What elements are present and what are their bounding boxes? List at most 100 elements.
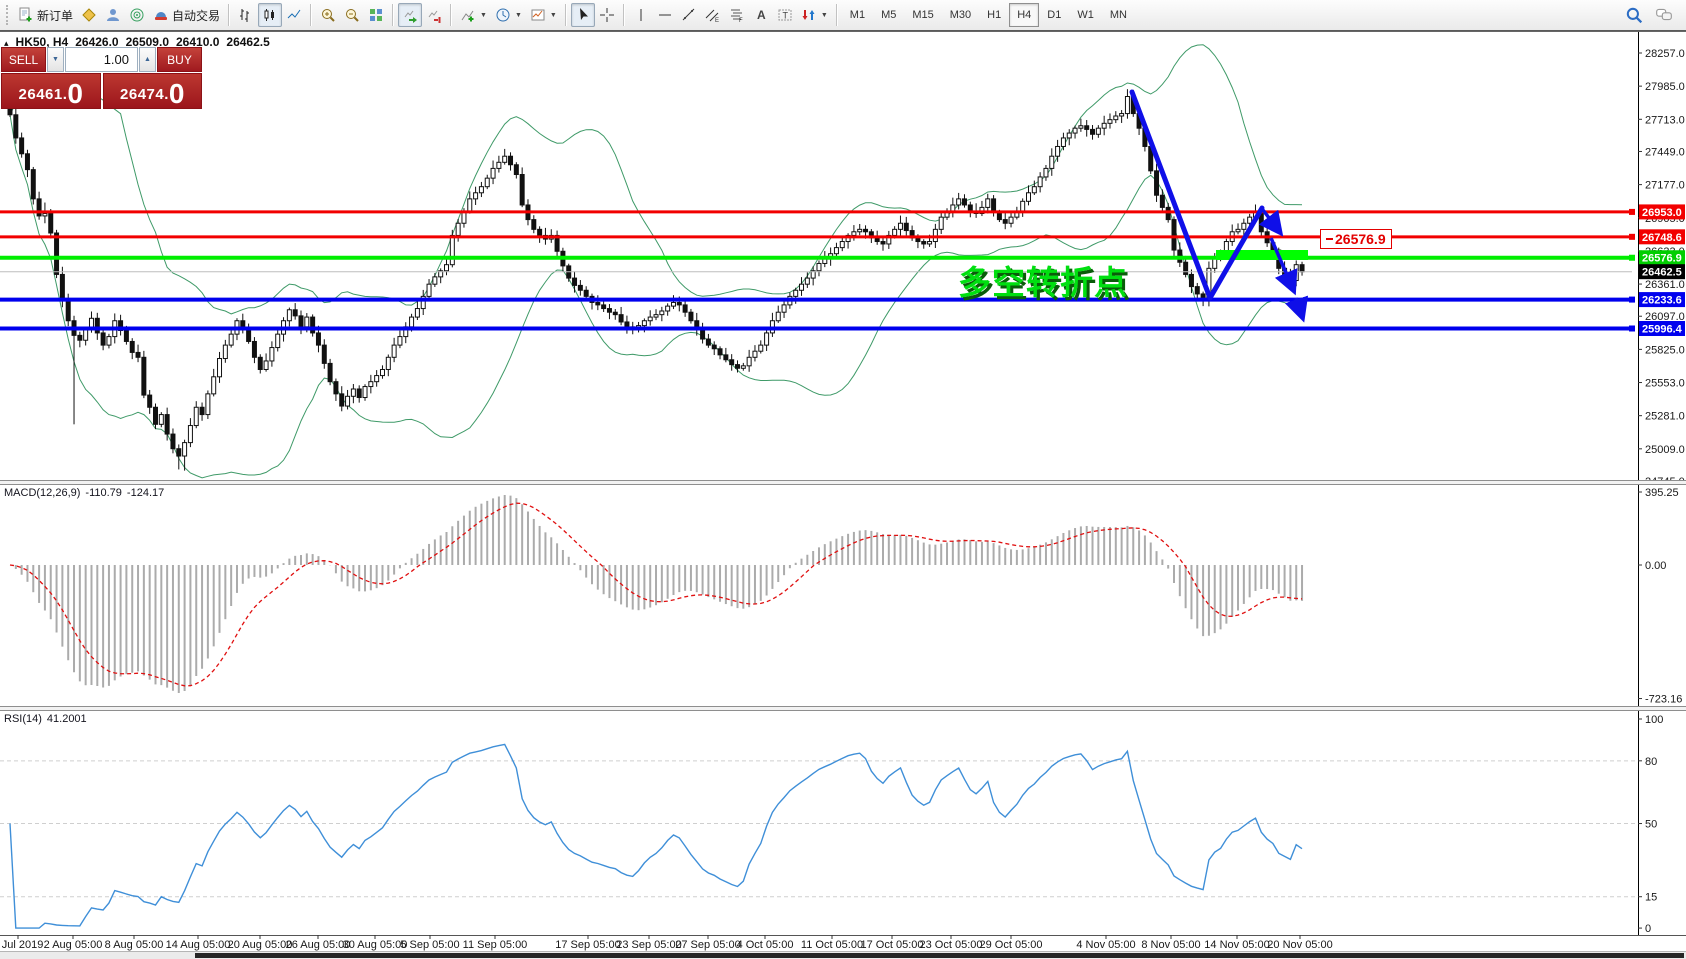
- candle-body: [31, 170, 35, 199]
- timeframe-h1[interactable]: H1: [979, 3, 1009, 27]
- fibonacci-icon: F: [729, 7, 745, 23]
- candle-body: [1085, 126, 1089, 130]
- candle-body: [305, 317, 309, 327]
- timeframe-mn[interactable]: MN: [1102, 3, 1135, 27]
- auto-scroll-button[interactable]: [398, 3, 422, 27]
- candlestick-chart-button[interactable]: [258, 3, 282, 27]
- equidistant-channel-button[interactable]: E: [701, 3, 725, 27]
- pane-separator[interactable]: [0, 480, 1686, 485]
- fibonacci-button[interactable]: F: [725, 3, 749, 27]
- tile-windows-button[interactable]: [364, 3, 388, 27]
- sell-button[interactable]: SELL: [1, 47, 46, 72]
- chat-button[interactable]: [1651, 3, 1677, 27]
- new-order-label: 新订单: [37, 7, 73, 24]
- candle-body: [1073, 128, 1077, 133]
- indicators-button[interactable]: ▼: [456, 3, 491, 27]
- buy-button[interactable]: BUY: [157, 47, 202, 72]
- candle-body: [247, 329, 251, 341]
- timeframe-m15[interactable]: M15: [904, 3, 941, 27]
- candle-body: [1294, 265, 1298, 281]
- timeframe-m30[interactable]: M30: [942, 3, 979, 27]
- candle-body: [1056, 146, 1060, 156]
- timeframe-w1[interactable]: W1: [1069, 3, 1102, 27]
- accounts-button[interactable]: [101, 3, 125, 27]
- horizontal-line-button[interactable]: [653, 3, 677, 27]
- candle-body: [503, 156, 507, 162]
- rsi-axis-label: 50: [1645, 819, 1657, 831]
- timeframe-h4[interactable]: H4: [1009, 3, 1039, 27]
- new-order-icon: [18, 7, 34, 23]
- svg-text:E: E: [715, 18, 719, 23]
- candle-body: [642, 321, 646, 326]
- text-icon: A: [753, 7, 769, 23]
- candle-body: [741, 366, 745, 368]
- candle-body: [299, 316, 303, 327]
- price-tick-label: 28257.0: [1645, 48, 1685, 60]
- autotrade-button[interactable]: 自动交易: [149, 3, 224, 27]
- candle-body: [1125, 97, 1129, 114]
- buy-price[interactable]: 26474.0: [103, 73, 203, 109]
- volume-up-button[interactable]: ▲: [139, 47, 156, 72]
- candle-body: [445, 265, 449, 271]
- vertical-line-button[interactable]: [629, 3, 653, 27]
- candle-body: [60, 274, 64, 300]
- candle-body: [206, 394, 210, 415]
- templates-button[interactable]: ▼: [526, 3, 561, 27]
- candle-body: [43, 213, 47, 215]
- pane-separator[interactable]: [0, 706, 1686, 711]
- text-label-button[interactable]: T: [773, 3, 797, 27]
- signals-button[interactable]: [125, 3, 149, 27]
- volume-input[interactable]: 1.00: [65, 47, 138, 72]
- candle-body: [928, 242, 932, 244]
- macd-axis-label: 395.25: [1645, 487, 1679, 499]
- price-tick-label: 25553.0: [1645, 378, 1685, 390]
- crosshair-button[interactable]: [595, 3, 619, 27]
- scrollbar-thumb[interactable]: [195, 953, 1684, 958]
- candle-body: [200, 407, 204, 414]
- zoom-in-button[interactable]: [316, 3, 340, 27]
- metals-button[interactable]: [77, 3, 101, 27]
- line-chart-button[interactable]: [282, 3, 306, 27]
- candle-body: [1242, 223, 1246, 229]
- candle-body: [177, 449, 181, 456]
- chart-shift-button[interactable]: [422, 3, 446, 27]
- candle-body: [765, 333, 769, 345]
- timeframe-m1[interactable]: M1: [842, 3, 873, 27]
- indicators-icon: [460, 7, 476, 23]
- svg-text:A: A: [757, 8, 766, 22]
- candle-body: [386, 357, 390, 369]
- candle-body: [916, 238, 920, 242]
- candle-body: [1114, 116, 1118, 120]
- candle-body: [334, 382, 338, 394]
- candle-body: [165, 415, 169, 434]
- candle-body: [1032, 187, 1036, 193]
- zoom-out-button[interactable]: [340, 3, 364, 27]
- candle-body: [252, 341, 256, 357]
- ohlc-close: 26462.5: [226, 35, 269, 49]
- price-level-box-label: 26576.9: [1642, 253, 1682, 265]
- candle-body: [276, 334, 280, 347]
- candle-body: [346, 396, 350, 406]
- search-button[interactable]: [1621, 3, 1647, 27]
- chart-canvas[interactable]: 28257.027985.027713.027449.027177.026905…: [0, 0, 1686, 958]
- volume-down-button[interactable]: ▼: [47, 47, 64, 72]
- candle-body: [66, 300, 70, 321]
- cursor-button[interactable]: [571, 3, 595, 27]
- timeframe-m5[interactable]: M5: [873, 3, 904, 27]
- price-level-box-label: 26953.0: [1642, 207, 1682, 219]
- macd-axis-label: -723.16: [1645, 694, 1682, 706]
- candle-body: [287, 310, 291, 321]
- candle-body: [1003, 220, 1007, 224]
- bar-chart-button[interactable]: [234, 3, 258, 27]
- sell-price[interactable]: 26461.0: [1, 73, 101, 109]
- candle-body: [340, 394, 344, 406]
- candle-body: [107, 337, 111, 346]
- arrows-button[interactable]: ▼: [797, 3, 832, 27]
- rsi-label: RSI(14): [4, 713, 42, 725]
- trend-line-button[interactable]: [677, 3, 701, 27]
- periods-button[interactable]: ▼: [491, 3, 526, 27]
- candle-body: [1195, 287, 1199, 294]
- text-button[interactable]: A: [749, 3, 773, 27]
- new-order-button[interactable]: 新订单: [14, 3, 77, 27]
- timeframe-d1[interactable]: D1: [1039, 3, 1069, 27]
